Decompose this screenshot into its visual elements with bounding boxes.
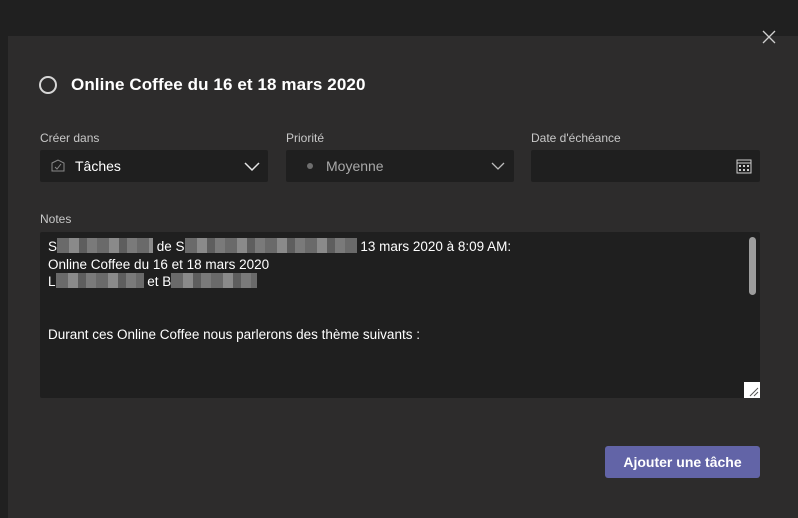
- chevron-down-icon: [244, 162, 260, 172]
- bucket-icon: [51, 159, 65, 172]
- due-date-picker[interactable]: [531, 150, 760, 182]
- notes-textarea[interactable]: S de S 13 mars 2020 à 8:09 AM: Online Co…: [40, 232, 760, 398]
- complete-task-checkbox[interactable]: [39, 76, 57, 94]
- task-title[interactable]: Online Coffee du 16 et 18 mars 2020: [71, 75, 366, 95]
- create-in-label: Créer dans: [40, 131, 100, 145]
- task-title-row: Online Coffee du 16 et 18 mars 2020: [39, 73, 366, 97]
- create-in-dropdown[interactable]: Tâches: [40, 150, 268, 182]
- dot-icon: [307, 163, 313, 169]
- resize-handle[interactable]: [744, 382, 760, 398]
- redacted-text: [171, 273, 258, 288]
- notes-line-4: [48, 291, 752, 309]
- notes-line-5: [48, 308, 752, 326]
- chevron-down-icon: [491, 162, 505, 170]
- priority-dropdown[interactable]: Moyenne: [286, 150, 514, 182]
- close-icon: [762, 30, 776, 44]
- due-date-label: Date d'échéance: [531, 131, 621, 145]
- create-in-value: Tâches: [75, 158, 121, 174]
- priority-value: Moyenne: [326, 158, 384, 174]
- priority-label: Priorité: [286, 131, 325, 145]
- redacted-text: [55, 273, 144, 288]
- calendar-icon: [736, 159, 752, 174]
- notes-line-2: Online Coffee du 16 et 18 mars 2020: [48, 256, 270, 272]
- notes-scrollbar[interactable]: [749, 237, 756, 295]
- resize-grip-icon: [749, 387, 759, 397]
- add-task-button[interactable]: Ajouter une tâche: [605, 446, 760, 478]
- notes-label: Notes: [40, 212, 72, 226]
- notes-line-3: L et B: [48, 273, 752, 291]
- redacted-text: [184, 238, 357, 253]
- notes-line-6: Durant ces Online Coffee nous parlerons …: [48, 326, 420, 342]
- notes-line-1: S de S 13 mars 2020 à 8:09 AM:: [48, 238, 512, 254]
- close-button[interactable]: [757, 25, 781, 49]
- redacted-text: [57, 238, 154, 253]
